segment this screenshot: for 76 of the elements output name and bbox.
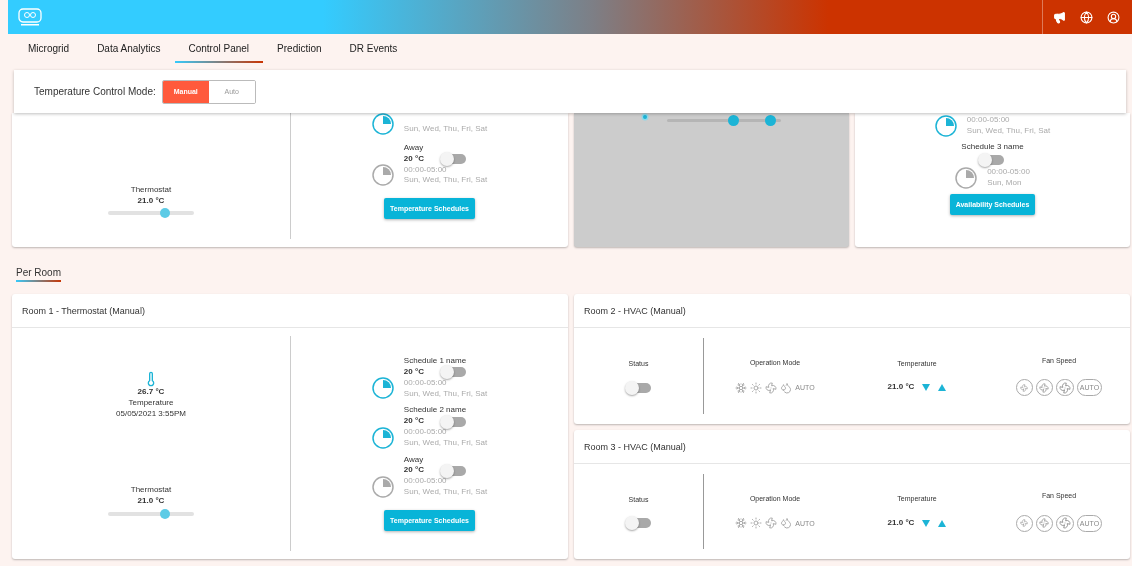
schedule-days: Sun, Wed, Thu, Fri, Sat	[403, 437, 488, 449]
fan-icon[interactable]	[765, 381, 778, 394]
mode-label: Temperature Control Mode:	[34, 86, 156, 97]
snowflake-icon[interactable]	[735, 381, 748, 394]
reading-time: 05/05/2021 3:55PM	[116, 408, 186, 420]
schedule-name: Schedule 1 name	[403, 356, 468, 367]
schedule-temperature: 20 °C	[403, 465, 424, 477]
megaphone-icon[interactable]	[1053, 10, 1066, 24]
temperature-reading: 26.7 °C	[137, 387, 165, 398]
temperature-label: Temperature	[128, 397, 174, 409]
thermostat-label: Thermostat	[130, 184, 172, 196]
toggle-switch[interactable]	[980, 154, 1005, 165]
schedule-name: Away	[403, 143, 425, 154]
section-tab[interactable]: Per Room	[16, 267, 61, 282]
temperature-value: 21.0 °C	[887, 382, 915, 394]
down-arrow-icon[interactable]	[922, 519, 931, 527]
schedule-days: Sun, Wed, Thu, Fri, Sat	[403, 124, 488, 135]
slider-thumb[interactable]	[159, 208, 170, 219]
thermostat-value: 21.0 °C	[137, 496, 165, 507]
nav-tab[interactable]: Prediction	[263, 35, 336, 63]
schedule-time: 00:00-05:00	[403, 164, 448, 176]
schedule-time: 00:00-05:00	[403, 427, 448, 438]
fan-icon	[1020, 383, 1029, 392]
toggle-switch[interactable]	[441, 416, 466, 427]
nav-tab[interactable]: DR Events	[335, 35, 412, 63]
logo-icon[interactable]	[18, 7, 42, 27]
schedule-days: Sun, Mon	[987, 178, 1030, 189]
schedule-days: Sun, Wed, Thu, Fri, Sat	[403, 388, 488, 400]
schedule-days: Sun, Wed, Thu, Fri, Sat	[403, 175, 488, 187]
fan-icon[interactable]	[765, 517, 778, 530]
fan-icon	[1039, 518, 1050, 529]
nav-tab[interactable]: Data Analytics	[83, 35, 175, 63]
up-arrow-icon[interactable]	[938, 519, 947, 527]
schedule-time: 00:00-05:00	[403, 377, 448, 389]
schedule-name: Schedule 2 name	[403, 405, 468, 417]
fan-icon	[1020, 519, 1029, 528]
sun-icon[interactable]	[750, 381, 763, 394]
thermostat-label: Thermostat	[130, 485, 172, 497]
thermostat-slider[interactable]	[108, 211, 194, 216]
droplets-icon[interactable]	[780, 381, 793, 394]
toggle-switch[interactable]	[441, 465, 466, 476]
down-arrow-icon[interactable]	[922, 384, 931, 392]
slider-thumb[interactable]	[764, 115, 776, 126]
schedule-name: Schedule 3 name	[961, 142, 1024, 153]
schedule-temperature: 20 °C	[403, 153, 424, 165]
sun-icon[interactable]	[750, 517, 763, 530]
account-icon[interactable]	[1107, 10, 1120, 24]
nav-tab[interactable]: Microgrid	[14, 35, 84, 63]
snowflake-icon[interactable]	[735, 517, 748, 530]
temperature-value: 21.0 °C	[887, 517, 915, 529]
fan-icon	[1058, 381, 1071, 394]
slider-thumb[interactable]	[728, 115, 740, 126]
nav-tab[interactable]: Control Panel	[174, 35, 264, 63]
room-title: Room 2 - HVAC (Manual)	[584, 305, 686, 316]
fan-icon	[1039, 382, 1050, 393]
schedule-temperature: 20 °C	[403, 416, 424, 427]
up-arrow-icon[interactable]	[938, 384, 947, 392]
toggle-switch[interactable]	[626, 382, 651, 393]
toggle-switch[interactable]	[441, 367, 466, 378]
thermostat-value: 21.0 °C	[137, 195, 165, 207]
dot-icon	[641, 113, 649, 121]
droplets-icon[interactable]	[780, 517, 793, 530]
room-title: Room 3 - HVAC (Manual)	[584, 441, 686, 452]
schedule-time: 00:00-05:00	[403, 476, 448, 487]
schedule-time: 00:00-05:00	[966, 115, 1011, 127]
schedule-days: Sun, Wed, Thu, Fri, Sat	[403, 487, 488, 498]
fan-icon	[1058, 517, 1071, 530]
toggle-switch[interactable]	[441, 154, 466, 165]
schedule-time: 00:00-05:00	[987, 167, 1030, 178]
schedule-temperature: 20 °C	[403, 367, 424, 378]
toggle-switch[interactable]	[626, 518, 651, 529]
room-title: Room 1 - Thermostat (Manual)	[22, 305, 145, 316]
schedule-name: Away	[403, 454, 425, 466]
globe-icon[interactable]	[1080, 10, 1093, 24]
schedule-days: Sun, Wed, Thu, Fri, Sat	[966, 126, 1051, 137]
slider-thumb[interactable]	[159, 509, 170, 519]
